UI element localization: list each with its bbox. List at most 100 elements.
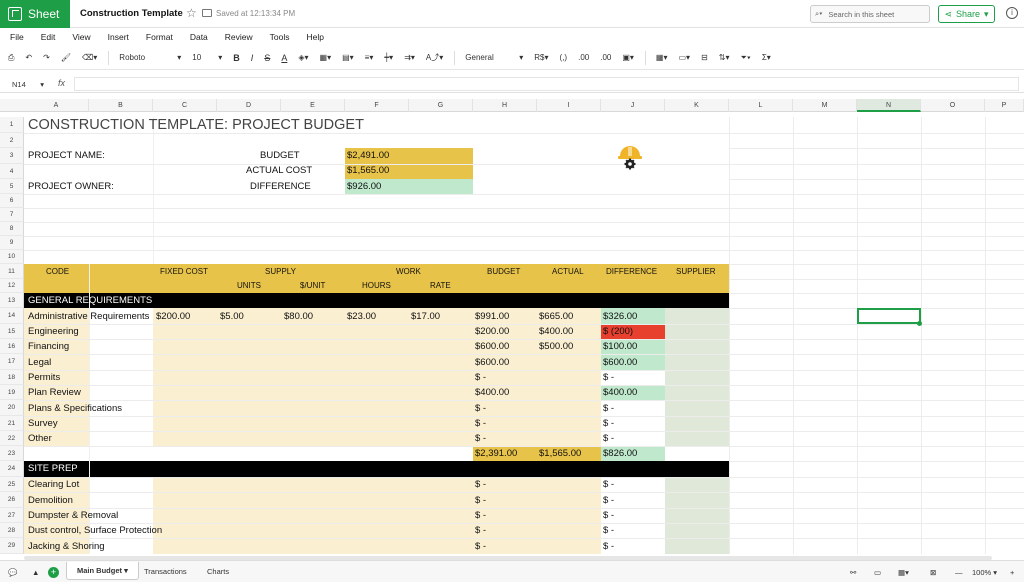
- keyboard-icon[interactable]: ▭: [874, 561, 881, 582]
- budget-cell[interactable]: $ -: [475, 419, 486, 429]
- folder-icon[interactable]: [202, 9, 212, 17]
- zoom-select[interactable]: 100% ▾: [972, 561, 997, 582]
- difference-cell[interactable]: $ -: [603, 542, 614, 552]
- row-header[interactable]: 13: [0, 293, 24, 308]
- column-header[interactable]: G: [409, 99, 473, 112]
- strikethrough-button[interactable]: S: [264, 53, 270, 63]
- menu-format[interactable]: Format: [146, 32, 173, 42]
- budget-label[interactable]: BUDGET: [260, 151, 300, 161]
- row-header[interactable]: 18: [0, 370, 24, 385]
- header-units[interactable]: UNITS: [237, 282, 261, 290]
- clear-format-icon[interactable]: ⌫▾: [82, 53, 97, 62]
- number-format-select[interactable]: General ▾: [465, 53, 523, 62]
- difference-cell[interactable]: $ (200): [603, 327, 633, 337]
- budget-cell[interactable]: $600.00: [475, 358, 509, 368]
- header-actual[interactable]: ACTUAL: [552, 268, 584, 276]
- increase-decimal-button[interactable]: .00: [600, 53, 611, 62]
- menu-edit[interactable]: Edit: [41, 32, 56, 42]
- menu-help[interactable]: Help: [307, 32, 324, 42]
- insert-link-icon[interactable]: ⊟: [701, 53, 708, 62]
- header-budget[interactable]: BUDGET: [487, 268, 520, 276]
- insert-table-icon[interactable]: ▦▾: [656, 53, 668, 62]
- row-header[interactable]: 12: [0, 279, 24, 293]
- column-header[interactable]: M: [793, 99, 857, 112]
- row-header[interactable]: 1: [0, 117, 24, 133]
- difference-label[interactable]: DIFFERENCE: [250, 182, 311, 192]
- menu-view[interactable]: View: [72, 32, 90, 42]
- zoom-out-icon[interactable]: —: [955, 561, 963, 582]
- merge-cells-icon[interactable]: ▤▾: [342, 53, 354, 62]
- row-header[interactable]: 6: [0, 194, 24, 208]
- actual-cost-label[interactable]: ACTUAL COST: [246, 166, 312, 176]
- difference-cell[interactable]: $600.00: [603, 358, 637, 368]
- budget-cell[interactable]: $ -: [475, 542, 486, 552]
- item-name[interactable]: Clearing Lot: [28, 480, 79, 490]
- column-header-active[interactable]: N: [857, 99, 921, 112]
- item-name[interactable]: Survey: [28, 419, 58, 429]
- text-color-button[interactable]: A: [281, 53, 287, 63]
- difference-cell[interactable]: $ -: [603, 434, 614, 444]
- name-box[interactable]: N14 ▾: [6, 77, 48, 91]
- difference-cell[interactable]: $ -: [603, 373, 614, 383]
- project-owner-label[interactable]: PROJECT OWNER:: [28, 182, 114, 192]
- row-header[interactable]: 28: [0, 523, 24, 538]
- row-header[interactable]: 3: [0, 148, 24, 164]
- difference-cell[interactable]: $ -: [603, 480, 614, 490]
- sheet-tab-main-budget[interactable]: Main Budget ▾: [66, 562, 139, 580]
- row-header[interactable]: 14: [0, 308, 24, 324]
- sheet-title[interactable]: CONSTRUCTION TEMPLATE: PROJECT BUDGET: [28, 118, 364, 133]
- row-header[interactable]: 29: [0, 538, 24, 554]
- menu-file[interactable]: File: [10, 32, 24, 42]
- item-name[interactable]: Engineering: [28, 327, 79, 337]
- item-name[interactable]: Administrative Requirements: [28, 312, 149, 322]
- budget-cell[interactable]: $ -: [475, 373, 486, 383]
- budget-value[interactable]: $2,491.00: [347, 151, 389, 161]
- difference-value[interactable]: $926.00: [347, 182, 381, 192]
- fullscreen-icon[interactable]: ⊠: [930, 561, 936, 582]
- column-header[interactable]: H: [473, 99, 537, 112]
- column-header[interactable]: P: [985, 99, 1024, 112]
- row-header[interactable]: 10: [0, 250, 24, 264]
- header-supply[interactable]: SUPPLY: [265, 268, 296, 276]
- wrap-text-icon[interactable]: ⇉▾: [404, 53, 415, 62]
- budget-cell[interactable]: $600.00: [475, 342, 509, 352]
- rate-value[interactable]: $17.00: [411, 312, 440, 322]
- row-header[interactable]: 5: [0, 179, 24, 194]
- item-name[interactable]: Plans & Specifications: [28, 404, 122, 414]
- hours-value[interactable]: $23.00: [347, 312, 376, 322]
- row-header[interactable]: 21: [0, 416, 24, 431]
- vertical-align-icon[interactable]: ┿▾: [384, 53, 393, 62]
- item-name[interactable]: Financing: [28, 342, 69, 352]
- decrease-decimal-button[interactable]: .00: [578, 53, 589, 62]
- actual-cell[interactable]: $400.00: [539, 327, 573, 337]
- actual-cell[interactable]: $500.00: [539, 342, 573, 352]
- units-value[interactable]: $5.00: [220, 312, 244, 322]
- fill-color-icon[interactable]: ◈▾: [298, 53, 308, 62]
- header-difference[interactable]: DIFFERENCE: [606, 268, 657, 276]
- item-name[interactable]: Permits: [28, 373, 60, 383]
- sheet-tab-transactions[interactable]: Transactions: [134, 562, 197, 580]
- bold-button[interactable]: B: [233, 53, 240, 63]
- column-header[interactable]: E: [281, 99, 345, 112]
- add-sheet-button[interactable]: +: [48, 561, 59, 582]
- share-button[interactable]: ⋖ Share ▾: [938, 5, 995, 23]
- budget-cell[interactable]: $400.00: [475, 388, 509, 398]
- item-name[interactable]: Other: [28, 434, 52, 444]
- difference-cell[interactable]: $326.00: [603, 312, 637, 322]
- section-general-requirements[interactable]: GENERAL REQUIREMENTS: [28, 296, 152, 306]
- column-header[interactable]: O: [921, 99, 985, 112]
- difference-cell[interactable]: $ -: [603, 419, 614, 429]
- column-header[interactable]: F: [345, 99, 409, 112]
- link-icon[interactable]: ⚯: [850, 561, 856, 582]
- column-header[interactable]: J: [601, 99, 665, 112]
- total-actual[interactable]: $1,565.00: [539, 449, 581, 459]
- star-icon[interactable]: ☆: [186, 6, 197, 20]
- insert-image-icon[interactable]: ▭▾: [679, 53, 691, 62]
- actual-cell[interactable]: $665.00: [539, 312, 573, 322]
- item-name[interactable]: Plan Review: [28, 388, 81, 398]
- sheet-tab-charts[interactable]: Charts: [197, 562, 239, 580]
- italic-button[interactable]: I: [251, 53, 254, 63]
- comment-icon[interactable]: 💬: [8, 561, 17, 582]
- budget-cell[interactable]: $ -: [475, 404, 486, 414]
- fill-handle[interactable]: [917, 321, 922, 326]
